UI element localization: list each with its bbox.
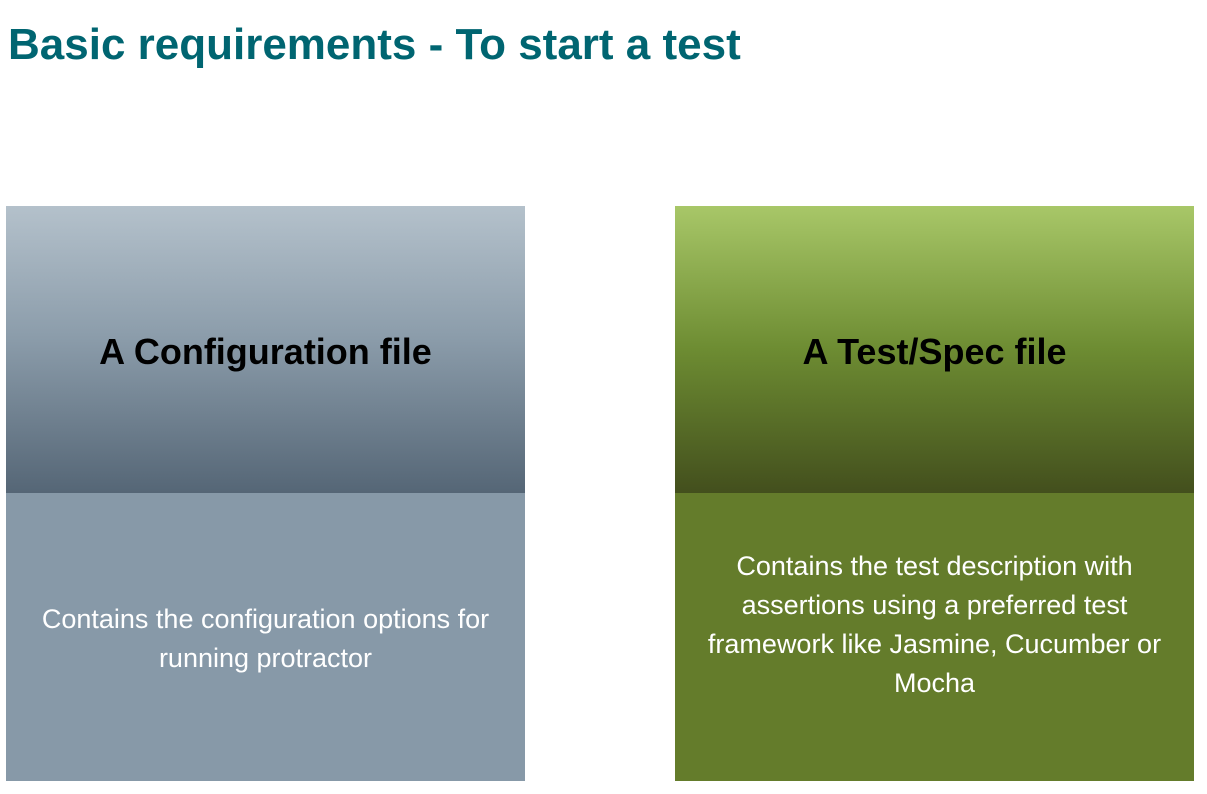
configuration-file-card-body: Contains the configuration options for r… — [6, 493, 525, 781]
configuration-file-description: Contains the configuration options for r… — [41, 604, 490, 673]
test-spec-file-card-body: Contains the test description with asser… — [675, 493, 1194, 781]
test-spec-file-card-header: A Test/Spec file — [675, 206, 1194, 493]
configuration-file-heading: A Configuration file — [99, 330, 432, 372]
test-spec-file-card: A Test/Spec file Contains the test descr… — [675, 206, 1194, 781]
test-spec-file-heading: A Test/Spec file — [802, 330, 1067, 372]
test-spec-file-description: Contains the test description with asser… — [707, 551, 1162, 698]
configuration-file-card-header: A Configuration file — [6, 206, 525, 493]
slide-title: Basic requirements - To start a test — [8, 20, 741, 69]
configuration-file-card: A Configuration file Contains the config… — [6, 206, 525, 781]
